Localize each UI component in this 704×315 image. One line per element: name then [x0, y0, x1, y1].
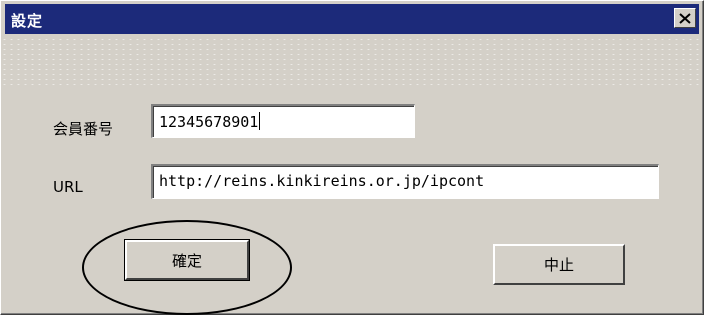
member-number-label: 会員番号	[53, 120, 114, 138]
close-button[interactable]	[674, 8, 696, 28]
cancel-button-label: 中止	[543, 256, 574, 274]
text-caret	[259, 112, 261, 130]
url-value: http://reins.kinkireins.or.jp/ipcont	[159, 172, 485, 190]
cancel-button[interactable]: 中止	[493, 244, 625, 285]
close-icon	[679, 12, 691, 24]
member-number-field[interactable]: 12345678901	[151, 104, 415, 138]
window-title: 設定	[11, 12, 44, 30]
highlight-circle	[82, 220, 292, 315]
member-number-value: 12345678901	[159, 113, 259, 131]
settings-dialog: 設定 会員番号 12345678901 URL http://reins.kin…	[0, 0, 704, 315]
title-bar[interactable]: 設定	[5, 4, 699, 34]
dither-pattern	[1, 37, 703, 85]
url-label: URL	[53, 178, 83, 196]
url-field[interactable]: http://reins.kinkireins.or.jp/ipcont	[151, 164, 659, 199]
